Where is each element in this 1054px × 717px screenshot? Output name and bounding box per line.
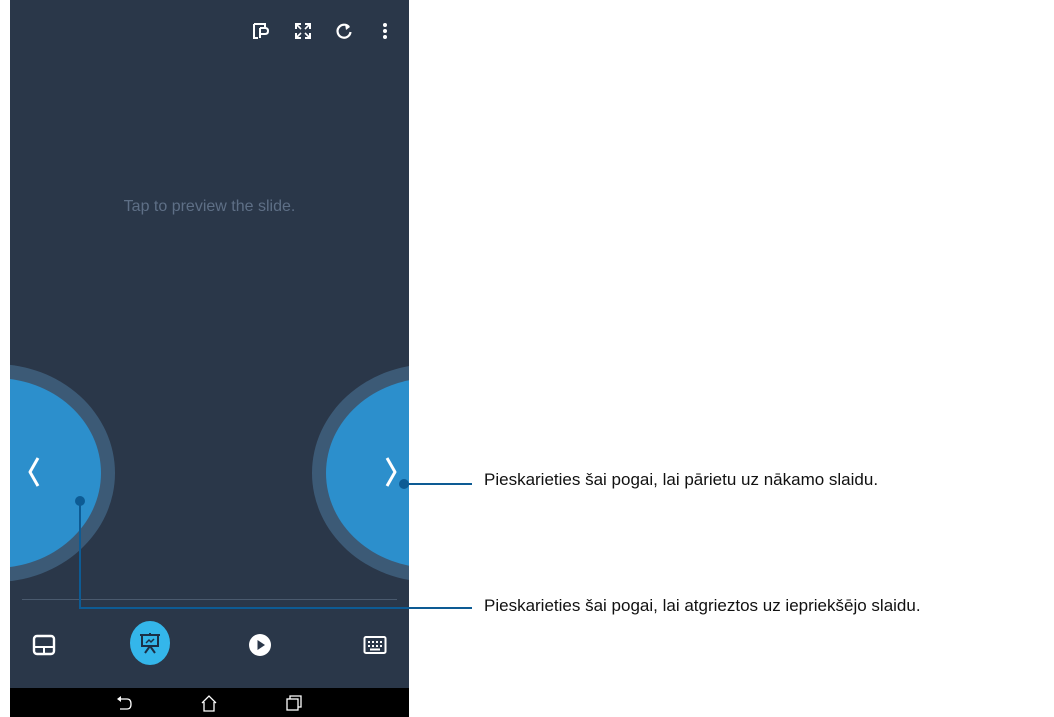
chevron-left-icon [28,457,40,487]
preview-hint[interactable]: Tap to preview the slide. [10,198,409,216]
phone-screen: Tap to preview the slide. [10,0,409,717]
presentation-tool[interactable] [130,621,170,665]
presentation-icon[interactable] [130,621,170,665]
recents-icon[interactable] [284,693,304,713]
keyboard-icon[interactable] [355,625,395,665]
fullscreen-icon[interactable] [292,20,314,42]
refresh-icon[interactable] [333,20,355,42]
previous-slide-button[interactable] [10,364,115,582]
next-callout-text: Pieskarieties šai pogai, lai pārietu uz … [484,470,879,489]
more-vert-icon[interactable] [374,20,396,42]
prev-callout-line-vertical [79,500,81,608]
prev-callout-line-horizontal [79,607,472,609]
chevron-right-icon [385,457,397,487]
prev-callout-text: Pieskarieties šai pogai, lai atgrieztos … [484,596,921,615]
next-callout-line [404,483,472,485]
back-icon[interactable] [114,693,134,713]
system-nav-bar [10,688,409,717]
touchpad-icon[interactable] [24,625,64,665]
play-icon[interactable] [240,625,280,665]
next-slide-button[interactable] [312,364,409,582]
presenter-notes-icon[interactable] [250,20,272,42]
home-icon[interactable] [199,693,219,713]
